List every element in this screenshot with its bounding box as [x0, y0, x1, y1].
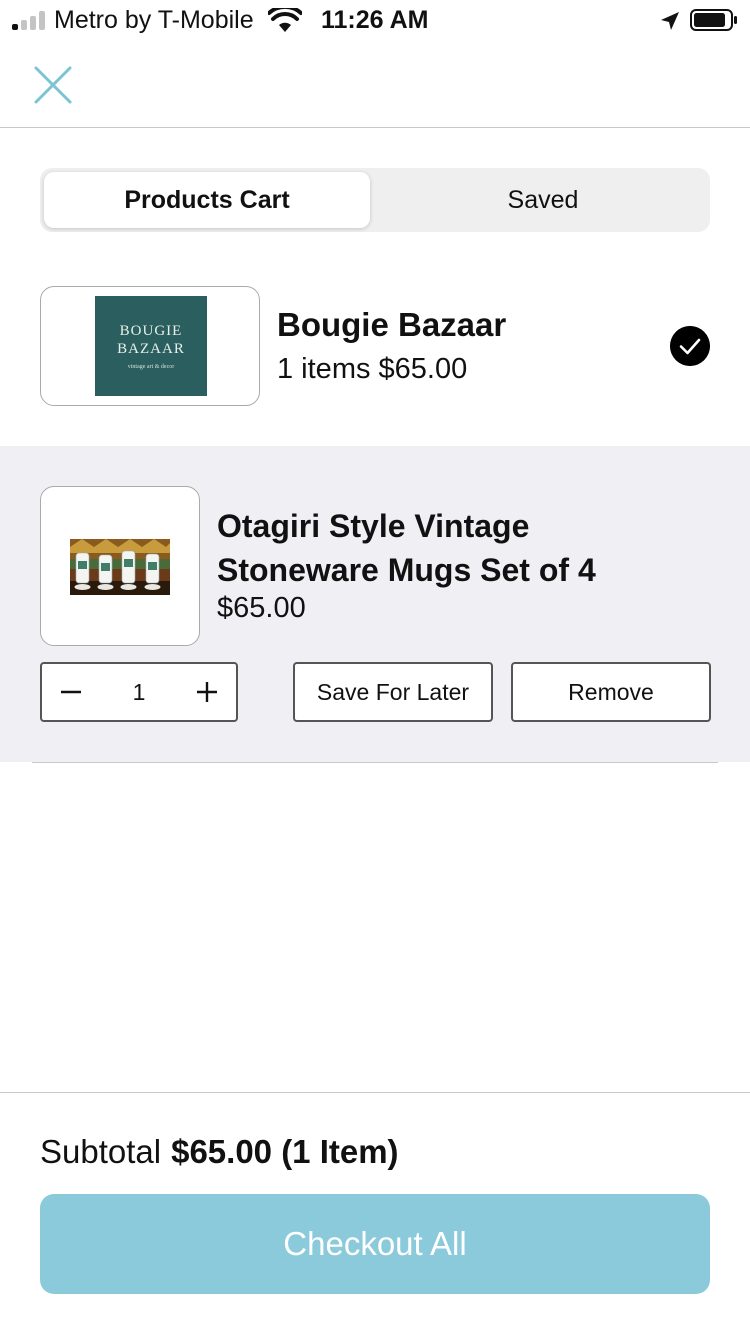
item-title[interactable]: Otagiri Style Vintage Stoneware Mugs Set…	[217, 504, 697, 592]
store-logo: BOUGIE BAZAAR vintage art & decor	[95, 296, 207, 396]
item-thumbnail-frame[interactable]	[40, 486, 200, 646]
store-name: Bougie Bazaar	[277, 306, 507, 343]
checkout-all-button[interactable]: Checkout All	[40, 1194, 710, 1294]
footer-divider	[0, 1092, 750, 1093]
cart-segmented-control: Products Cart Saved	[40, 168, 710, 232]
tab-products-cart[interactable]: Products Cart	[44, 172, 370, 228]
item-thumbnail-image	[70, 539, 170, 595]
signal-strength-icon	[12, 10, 48, 30]
close-icon[interactable]	[28, 60, 78, 110]
store-selected-check-icon[interactable]	[670, 326, 710, 366]
save-for-later-button[interactable]: Save For Later	[293, 662, 493, 722]
header-divider	[0, 127, 750, 128]
battery-icon	[690, 9, 737, 31]
subtotal-label: Subtotal	[40, 1133, 162, 1170]
remove-button[interactable]: Remove	[511, 662, 711, 722]
tab-saved[interactable]: Saved	[380, 172, 706, 228]
logo-text-line2: BAZAAR	[117, 341, 185, 357]
location-arrow-icon	[661, 12, 679, 30]
quantity-value[interactable]: 1	[100, 664, 178, 720]
logo-text-line1: BOUGIE	[119, 323, 183, 339]
decrease-quantity-button[interactable]	[42, 664, 100, 720]
minus-icon	[61, 690, 81, 694]
quantity-stepper: 1	[40, 662, 238, 722]
wifi-icon	[268, 8, 302, 32]
store-logo-frame[interactable]: BOUGIE BAZAAR vintage art & decor	[40, 286, 260, 406]
item-divider	[32, 762, 718, 763]
subtotal-value: $65.00 (1 Item)	[171, 1133, 399, 1170]
carrier-name: Metro by T-Mobile	[54, 6, 254, 34]
plus-icon	[197, 682, 217, 702]
status-time: 11:26 AM	[321, 6, 429, 34]
store-summary: 1 items $65.00	[277, 353, 468, 385]
status-bar: Metro by T-Mobile 11:26 AM	[0, 0, 750, 40]
increase-quantity-button[interactable]	[178, 664, 236, 720]
subtotal: Subtotal $65.00 (1 Item)	[40, 1133, 399, 1171]
logo-tagline: vintage art & decor	[127, 364, 175, 370]
item-price: $65.00	[217, 592, 306, 624]
